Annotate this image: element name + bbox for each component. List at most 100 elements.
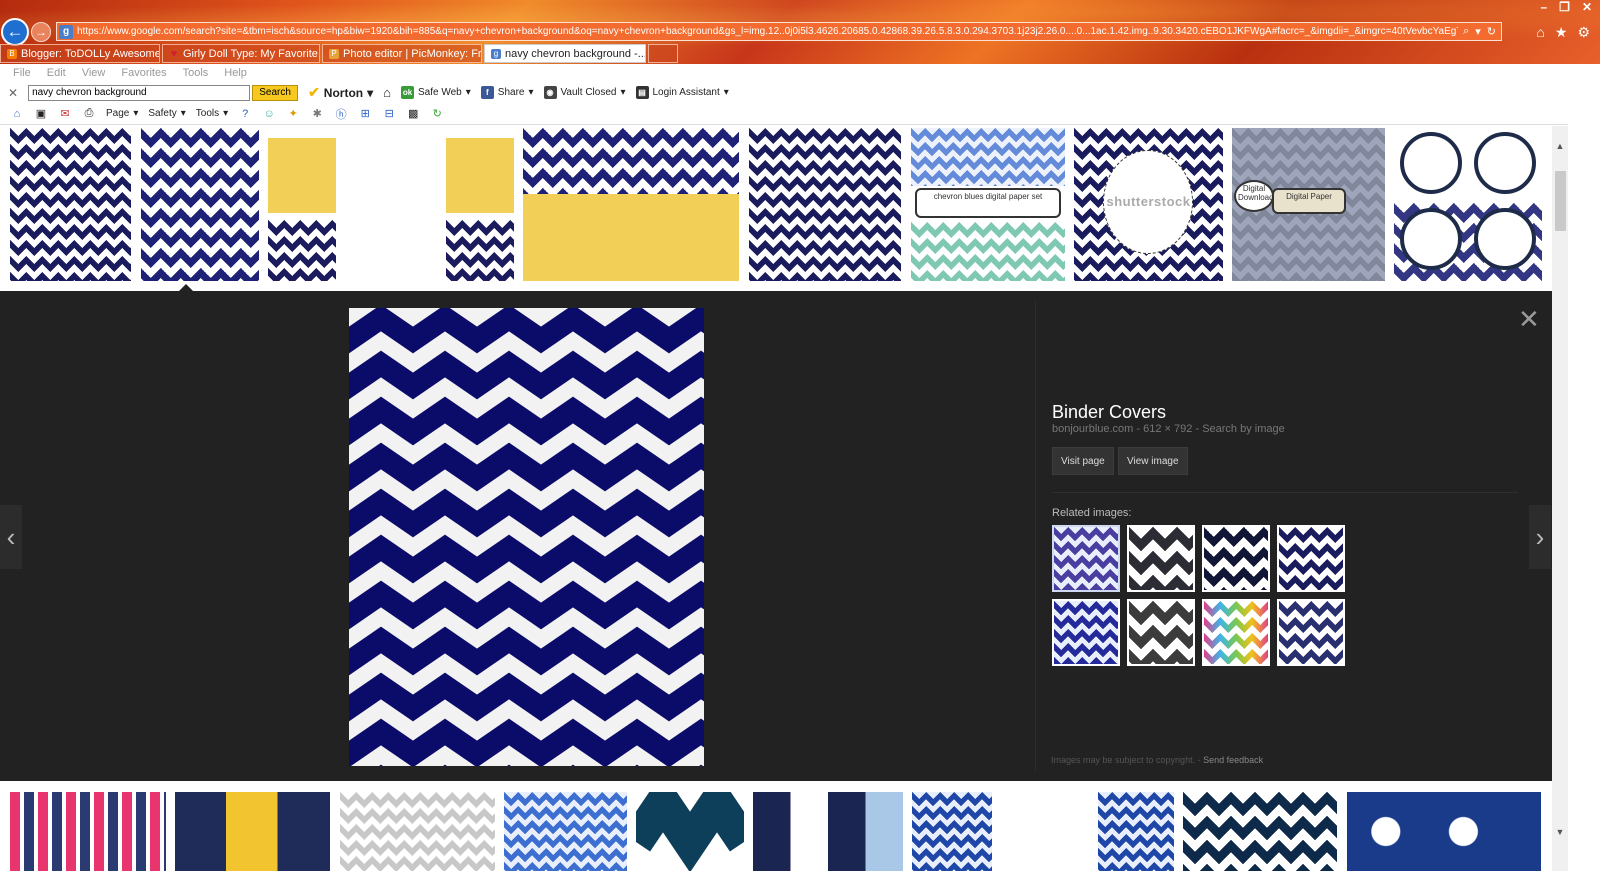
related-image-thumbnail[interactable]: [1202, 599, 1270, 666]
sync-icon[interactable]: ↻: [430, 107, 444, 121]
result-thumbnail[interactable]: [1394, 128, 1542, 281]
result-thumbnail[interactable]: [1347, 792, 1541, 871]
previous-image-button[interactable]: ‹: [0, 505, 22, 569]
tab-blogger[interactable]: B Blogger: ToDOLLy Awesome - ...: [0, 44, 160, 63]
menu-file[interactable]: File: [13, 67, 31, 79]
scroll-up-icon[interactable]: ▲: [1552, 138, 1568, 154]
home-icon[interactable]: ⌂: [10, 107, 24, 121]
chevron-down-icon: ▾: [133, 108, 139, 119]
menu-favorites[interactable]: Favorites: [121, 67, 166, 79]
viewer-divider: [1035, 301, 1036, 771]
clip-icon[interactable]: ⊟: [382, 107, 396, 121]
safety-menu[interactable]: Safety ▾: [148, 108, 185, 119]
hp-icon[interactable]: ⓗ: [334, 107, 348, 121]
mail-icon[interactable]: ✉: [58, 107, 72, 121]
scroll-thumb[interactable]: [1555, 171, 1566, 231]
result-thumbnail[interactable]: chevron blues digital paper set: [911, 128, 1065, 281]
result-thumbnail[interactable]: [504, 792, 627, 871]
back-button[interactable]: ←: [1, 18, 29, 46]
result-thumbnail[interactable]: [749, 128, 901, 281]
menu-help[interactable]: Help: [224, 67, 247, 79]
help-icon[interactable]: ?: [238, 107, 252, 121]
page-menu[interactable]: Page ▾: [106, 108, 138, 119]
share-button[interactable]: f Share ▾: [480, 86, 534, 99]
related-image-thumbnail[interactable]: [1127, 599, 1195, 666]
related-image-thumbnail[interactable]: [1202, 525, 1270, 592]
tab-girly-doll[interactable]: ♥ Girly Doll Type: My Favorite A...: [162, 44, 320, 63]
related-image-thumbnail[interactable]: [1052, 599, 1120, 666]
close-viewer-button[interactable]: ✕: [1518, 306, 1540, 332]
result-thumbnail[interactable]: [268, 138, 514, 281]
tools-menu[interactable]: Tools ▾: [196, 108, 228, 119]
scroll-down-icon[interactable]: ▼: [1552, 824, 1568, 840]
print-icon[interactable]: ⎙: [82, 107, 96, 121]
menu-edit[interactable]: Edit: [47, 67, 66, 79]
send-feedback-link[interactable]: Send feedback: [1203, 755, 1263, 765]
home-icon[interactable]: ⌂: [1536, 24, 1544, 41]
forward-button[interactable]: →: [31, 22, 51, 42]
search-icon[interactable]: ⌕: [1463, 25, 1469, 38]
minimize-button[interactable]: –: [1540, 0, 1547, 14]
login-assistant-icon: ▤: [635, 86, 649, 99]
result-thumbnail[interactable]: [10, 128, 131, 281]
visit-page-button[interactable]: Visit page: [1052, 447, 1114, 475]
next-image-button[interactable]: ›: [1529, 505, 1551, 569]
tab-navy-chevron[interactable]: g navy chevron background -... ✕: [484, 44, 646, 63]
main-preview-image[interactable]: [349, 308, 704, 766]
close-toolbar-icon[interactable]: ✕: [8, 86, 18, 100]
result-thumbnail[interactable]: Digital Download Digital Paper: [1232, 128, 1385, 281]
result-thumbnail[interactable]: [523, 128, 739, 281]
restore-button[interactable]: ❐: [1559, 0, 1570, 14]
gear-icon[interactable]: ⚙: [1577, 24, 1590, 41]
chevron-down-icon: ▾: [367, 85, 374, 100]
result-thumbnail[interactable]: [340, 792, 495, 871]
new-tab-button[interactable]: [648, 44, 678, 63]
page-scrollbar[interactable]: ▲ ▼: [1552, 126, 1568, 871]
norton-toolbar: ✕ Search ✔ Norton ▾ ⌂ ok Safe Web ▾ f Sh…: [0, 82, 1600, 103]
close-window-button[interactable]: ✕: [1582, 0, 1592, 14]
research-icon[interactable]: ✦: [286, 107, 300, 121]
chevron-stripe: [349, 534, 704, 584]
star-icon[interactable]: ★: [1555, 24, 1568, 41]
image-dimensions: 612 × 792: [1143, 423, 1193, 435]
result-thumbnail-selected[interactable]: [141, 128, 259, 281]
window-right-edge: [1568, 64, 1600, 871]
hp-print-icon[interactable]: ⊞: [358, 107, 372, 121]
toolbar-search-button[interactable]: Search: [252, 84, 299, 101]
address-url[interactable]: https://www.google.com/search?site=&tbm=…: [77, 26, 1458, 37]
toolbar-search-input[interactable]: [28, 84, 251, 101]
result-thumbnail[interactable]: [10, 792, 166, 871]
menu-view[interactable]: View: [82, 67, 106, 79]
bluetooth-icon[interactable]: ✱: [310, 107, 324, 121]
refresh-icon[interactable]: ↻: [1487, 25, 1496, 38]
norton-menu[interactable]: ✔ Norton ▾: [308, 84, 373, 101]
image-source-link[interactable]: bonjourblue.com: [1052, 423, 1133, 435]
vault-button[interactable]: ◉ Vault Closed ▾: [543, 86, 626, 99]
search-by-image-link[interactable]: Search by image: [1202, 423, 1285, 435]
related-image-thumbnail[interactable]: [1277, 599, 1345, 666]
menu-tools[interactable]: Tools: [183, 67, 209, 79]
safe-web-button[interactable]: ok Safe Web ▾: [401, 86, 471, 99]
home-toolbar-button[interactable]: ⌂: [383, 85, 391, 100]
related-image-thumbnail[interactable]: [1052, 525, 1120, 592]
tab-picmonkey[interactable]: P Photo editor | PicMonkey: Free...: [322, 44, 482, 63]
result-thumbnail[interactable]: [636, 792, 744, 871]
chevron-down-icon: ▾: [223, 108, 229, 119]
related-image-thumbnail[interactable]: [1127, 525, 1195, 592]
view-image-button[interactable]: View image: [1118, 447, 1188, 475]
capture-icon[interactable]: ▩: [406, 107, 420, 121]
home-icon: ⌂: [383, 85, 392, 100]
chevron-stripe: [349, 718, 704, 766]
result-thumbnail[interactable]: [912, 792, 1174, 871]
tab-label: Girly Doll Type: My Favorite A...: [183, 47, 319, 60]
result-thumbnail[interactable]: shutterstock: [1074, 128, 1223, 281]
result-thumbnail[interactable]: [753, 792, 903, 871]
related-image-thumbnail[interactable]: [1277, 525, 1345, 592]
feeds-icon[interactable]: ▣: [34, 107, 48, 121]
result-thumbnail[interactable]: [1183, 792, 1337, 871]
address-bar[interactable]: g https://www.google.com/search?site=&tb…: [56, 22, 1502, 41]
messenger-icon[interactable]: ☺: [262, 107, 276, 121]
dropdown-icon[interactable]: ▾: [1475, 25, 1481, 38]
result-thumbnail[interactable]: [175, 792, 330, 871]
login-assistant-button[interactable]: ▤ Login Assistant ▾: [635, 86, 729, 99]
